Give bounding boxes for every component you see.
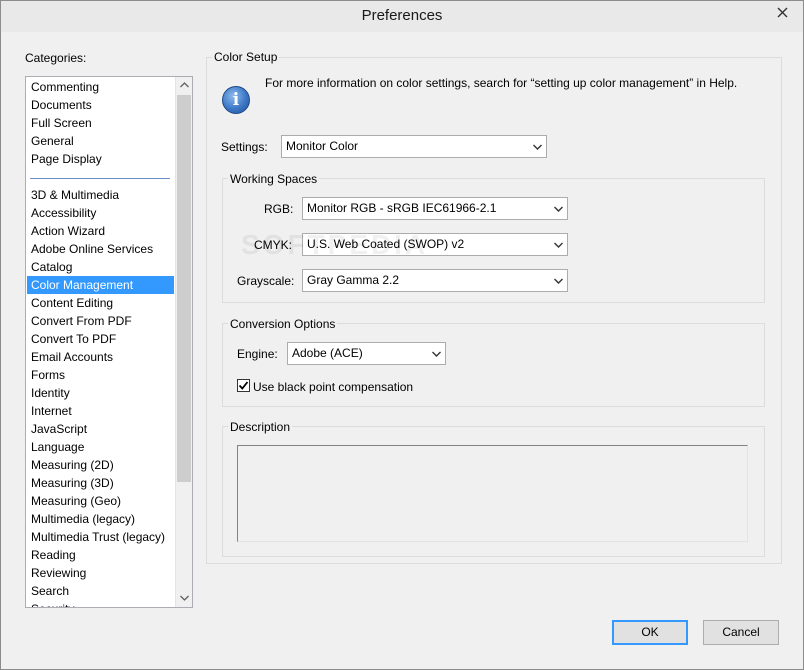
ok-button[interactable]: OK xyxy=(612,620,688,645)
black-point-label[interactable]: Use black point compensation xyxy=(253,380,413,394)
conversion-options-group xyxy=(222,323,765,407)
list-item[interactable]: Catalog xyxy=(27,258,174,276)
list-item[interactable]: Full Screen xyxy=(27,114,174,132)
chevron-down-icon xyxy=(549,234,567,255)
list-item[interactable]: Measuring (2D) xyxy=(27,456,174,474)
working-spaces-title: Working Spaces xyxy=(228,172,320,186)
list-item[interactable]: JavaScript xyxy=(27,420,174,438)
list-item[interactable]: Page Display xyxy=(27,150,174,168)
list-item[interactable]: Search xyxy=(27,582,174,600)
settings-label: Settings: xyxy=(221,140,268,154)
list-item[interactable]: Content Editing xyxy=(27,294,174,312)
list-item[interactable]: Convert From PDF xyxy=(27,312,174,330)
softpedia-watermark: SOFTPEDIA xyxy=(241,229,429,260)
list-item[interactable]: Accessibility xyxy=(27,204,174,222)
list-item[interactable]: Convert To PDF xyxy=(27,330,174,348)
list-separator xyxy=(30,178,170,179)
rgb-dropdown[interactable]: Monitor RGB - sRGB IEC61966-2.1 xyxy=(302,197,568,220)
grayscale-value: Gray Gamma 2.2 xyxy=(307,273,400,287)
rgb-label: RGB: xyxy=(264,202,294,216)
list-item[interactable]: Identity xyxy=(27,384,174,402)
grayscale-label: Grayscale: xyxy=(237,274,295,288)
list-item[interactable]: Reading xyxy=(27,546,174,564)
list-scrollbar[interactable] xyxy=(175,77,192,607)
description-title: Description xyxy=(228,420,293,434)
grayscale-dropdown[interactable]: Gray Gamma 2.2 xyxy=(302,269,568,292)
engine-label: Engine: xyxy=(237,347,278,361)
list-item[interactable]: Multimedia Trust (legacy) xyxy=(27,528,174,546)
black-point-checkbox[interactable] xyxy=(237,379,250,392)
chevron-down-icon xyxy=(427,343,445,364)
list-item[interactable]: Commenting xyxy=(27,78,174,96)
list-item[interactable]: Measuring (3D) xyxy=(27,474,174,492)
list-item[interactable]: Email Accounts xyxy=(27,348,174,366)
categories-list[interactable]: Commenting Documents Full Screen General Pag… xyxy=(25,76,193,608)
window-title: Preferences xyxy=(361,7,443,24)
list-item[interactable]: Multimedia (legacy) xyxy=(27,510,174,528)
rgb-value: Monitor RGB - sRGB IEC61966-2.1 xyxy=(307,201,497,215)
list-item[interactable]: Security xyxy=(27,600,174,607)
settings-dropdown[interactable]: Monitor Color xyxy=(281,135,547,158)
scroll-down-icon[interactable] xyxy=(176,590,192,607)
color-setup-title: Color Setup xyxy=(212,50,280,64)
info-icon: i xyxy=(222,86,250,114)
list-item[interactable]: Forms xyxy=(27,366,174,384)
description-text-area xyxy=(237,445,748,542)
settings-value: Monitor Color xyxy=(286,139,359,153)
list-item[interactable]: Measuring (Geo) xyxy=(27,492,174,510)
list-item[interactable]: Color Management xyxy=(27,276,174,294)
list-item[interactable]: Internet xyxy=(27,402,174,420)
engine-value: Adobe (ACE) xyxy=(292,346,363,360)
list-item[interactable]: Language xyxy=(27,438,174,456)
info-text: For more information on color settings, … xyxy=(265,76,738,90)
engine-dropdown[interactable]: Adobe (ACE) xyxy=(287,342,446,365)
chevron-down-icon xyxy=(549,198,567,219)
categories-label: Categories: xyxy=(25,51,87,65)
list-item[interactable]: Documents xyxy=(27,96,174,114)
close-button[interactable] xyxy=(767,2,797,24)
list-item[interactable]: Action Wizard xyxy=(27,222,174,240)
list-item[interactable]: General xyxy=(27,132,174,150)
list-item[interactable]: Adobe Online Services xyxy=(27,240,174,258)
chevron-down-icon xyxy=(549,270,567,291)
list-item[interactable]: Reviewing xyxy=(27,564,174,582)
cancel-button[interactable]: Cancel xyxy=(703,620,779,645)
scroll-up-icon[interactable] xyxy=(176,77,192,94)
close-icon xyxy=(777,7,787,18)
preferences-window: Preferences Categories: Commenting Docume… xyxy=(0,0,804,670)
scrollbar-thumb[interactable] xyxy=(177,95,191,482)
conversion-options-title: Conversion Options xyxy=(228,317,338,331)
list-item[interactable]: 3D & Multimedia xyxy=(27,186,174,204)
title-bar: Preferences xyxy=(1,1,803,32)
checkmark-icon xyxy=(238,381,249,390)
chevron-down-icon xyxy=(528,136,546,157)
